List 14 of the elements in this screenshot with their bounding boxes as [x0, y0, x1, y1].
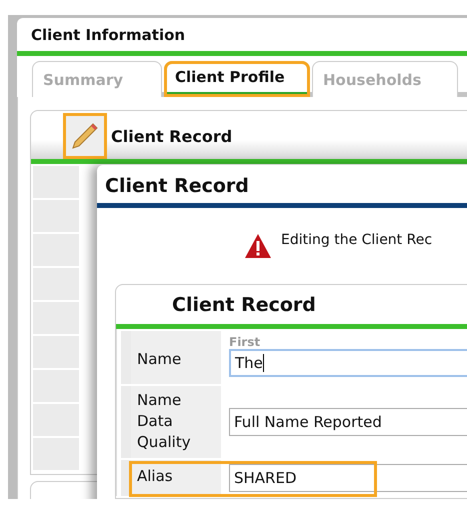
field-label: Name Data Quality [137, 391, 191, 451]
field-label: Name [137, 350, 182, 368]
dialog-title: Client Record [97, 165, 467, 208]
input-field[interactable]: SHARED [229, 464, 467, 492]
input-field[interactable]: The [229, 349, 467, 377]
select-field[interactable]: Full Name Reported [229, 408, 467, 436]
field-label: Alias [137, 467, 173, 485]
tab[interactable]: Client Profile [164, 61, 310, 97]
window-title: Client Information [17, 18, 467, 56]
warning-icon [243, 232, 273, 260]
warning-message: Editing the Client Rec [281, 232, 432, 248]
field-caption: First [229, 335, 262, 349]
card-title: Client Record [111, 126, 232, 146]
edit-button[interactable] [63, 113, 107, 159]
